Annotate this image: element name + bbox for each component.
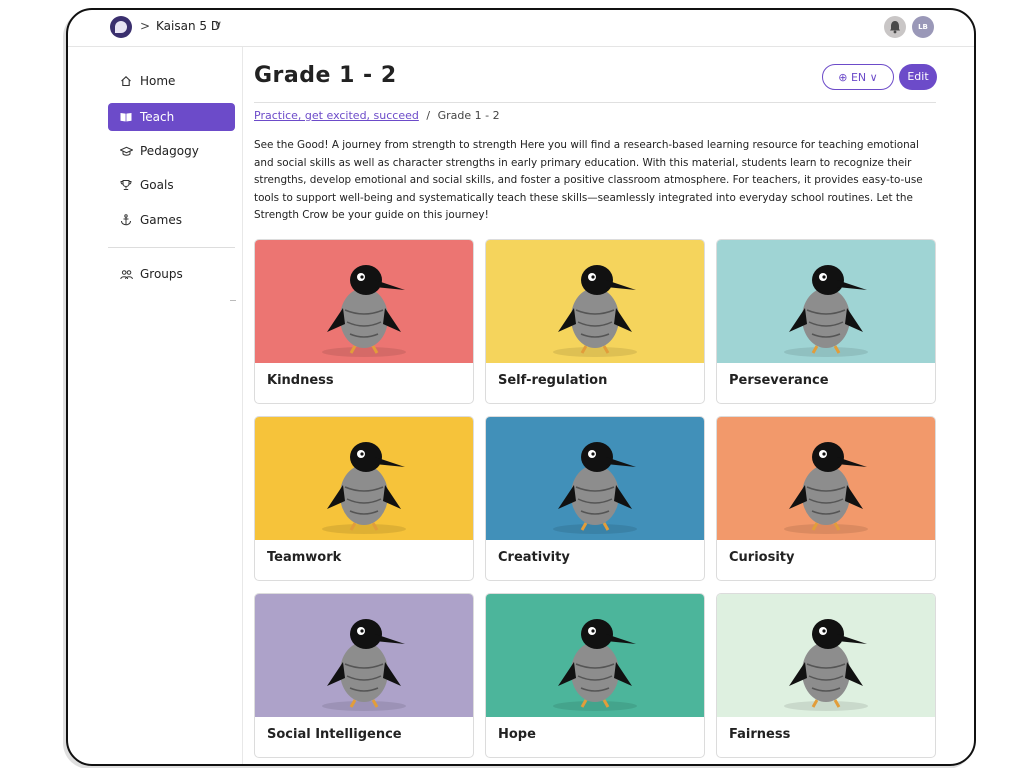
sidebar-item-teach[interactable]: Teach [108,103,235,131]
sidebar-item-pedagogy[interactable]: Pedagogy [108,137,235,165]
card-illustration [486,240,704,363]
card-title: Teamwork [267,550,342,565]
card-illustration [717,417,935,540]
strength-card[interactable]: Self-regulation [485,239,705,404]
home-icon [118,75,134,87]
sidebar-item-label: Pedagogy [140,144,199,158]
language-selector-button[interactable]: ⊕ EN ∨ [822,64,894,90]
language-label: EN [850,71,867,84]
strength-card[interactable]: Teamwork [254,416,474,581]
card-title: Social Intelligence [267,727,402,742]
sidebar-item-groups[interactable]: Groups [108,260,235,288]
sidebar-item-home[interactable]: Home [108,67,235,95]
card-title: Perseverance [729,373,829,388]
strength-card[interactable]: Fairness [716,593,936,758]
page-title: Grade 1 - 2 [254,63,397,88]
bell-icon[interactable] [884,16,906,38]
strength-card[interactable]: Kindness [254,239,474,404]
chevron-down-icon[interactable]: ∨ [214,18,222,31]
breadcrumb-separator: / [426,109,431,122]
card-illustration [717,240,935,363]
card-illustration [255,240,473,363]
strength-card[interactable]: Social Intelligence [254,593,474,758]
sidebar-item-goals[interactable]: Goals [108,171,235,199]
edit-button[interactable]: Edit [899,64,937,90]
sidebar-item-label: Games [140,213,182,227]
card-illustration [486,417,704,540]
card-illustration [255,417,473,540]
card-title: Kindness [267,373,334,388]
globe-icon: ⊕ [838,71,848,84]
app-window: > Kaisan 5 D ∨ LB Home Teach Pedagogy Go… [66,8,976,766]
org-selector[interactable]: Kaisan 5 D [156,19,220,33]
sidebar-item-label: Groups [140,267,183,281]
sidebar-divider [108,247,235,248]
breadcrumb-separator: > [140,19,151,33]
sidebar: Home Teach Pedagogy Goals Games Groups [68,47,243,764]
title-divider [254,102,936,103]
sidebar-item-label: Goals [140,178,174,192]
breadcrumb-current: Grade 1 - 2 [437,109,500,122]
breadcrumb-link[interactable]: Practice, get excited, succeed [254,109,419,122]
strength-card[interactable]: Curiosity [716,416,936,581]
sidebar-resize-handle[interactable] [230,300,236,301]
anchor-icon [118,214,134,226]
card-illustration [717,594,935,717]
breadcrumb: Practice, get excited, succeed / Grade 1… [254,109,500,122]
org-logo[interactable] [110,16,132,38]
strength-card[interactable]: Creativity [485,416,705,581]
people-icon [118,269,134,280]
avatar[interactable]: LB [912,16,934,38]
book-icon [118,112,134,122]
card-title: Curiosity [729,550,795,565]
top-bar: > Kaisan 5 D ∨ LB [68,10,974,47]
strength-card[interactable]: Hope [485,593,705,758]
card-title: Self-regulation [498,373,608,388]
card-illustration [486,594,704,717]
sidebar-item-label: Home [140,74,176,88]
card-title: Hope [498,727,536,742]
sidebar-item-label: Teach [140,110,175,124]
trophy-icon [118,179,134,191]
chevron-down-icon: ∨ [869,71,878,84]
graduation-cap-icon [118,146,134,157]
card-title: Creativity [498,550,570,565]
strength-card[interactable]: Perseverance [716,239,936,404]
card-title: Fairness [729,727,791,742]
card-illustration [255,594,473,717]
page-description: See the Good! A journey from strength to… [254,139,923,222]
sidebar-item-games[interactable]: Games [108,206,235,234]
